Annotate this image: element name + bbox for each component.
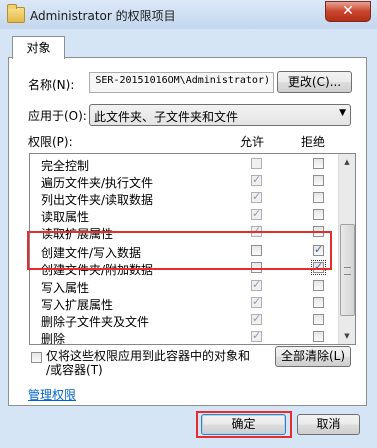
change-button[interactable]: 更改(C)... <box>277 71 352 93</box>
deny-checkbox[interactable] <box>313 175 324 186</box>
name-field[interactable]: SER-20151016OM\Administrator) <box>89 72 274 93</box>
allow-checkbox[interactable] <box>251 329 262 342</box>
permission-row: 写入扩展属性 <box>30 295 338 312</box>
name-value: SER-20151016OM\Administrator) <box>95 75 270 86</box>
scroll-down-icon[interactable]: ▼ <box>340 329 354 343</box>
deny-checkbox[interactable] <box>313 158 324 169</box>
permission-name: 写入属性 <box>41 281 90 295</box>
apply-to-select[interactable]: 此文件夹、子文件夹和文件 ▼ <box>89 104 351 126</box>
permission-name: 写入扩展属性 <box>41 298 114 312</box>
folder-icon <box>7 4 25 23</box>
allow-checkbox[interactable] <box>251 173 262 186</box>
permissions-scrollbar[interactable]: ▲ ▼ <box>338 154 355 344</box>
deny-checkbox[interactable] <box>313 280 324 291</box>
deny-checkbox[interactable] <box>313 314 324 325</box>
permission-row: 删除子文件夹及文件 <box>30 312 338 329</box>
allow-header: 允许 <box>240 135 265 149</box>
permission-row: 读取属性 <box>30 207 338 224</box>
manage-permissions-link[interactable]: 管理权限 <box>28 386 76 403</box>
permission-row: 完全控制 <box>30 156 338 173</box>
permission-row: 列出文件夹/读取数据 <box>30 190 338 207</box>
permission-name: 列出文件夹/读取数据 <box>41 193 154 207</box>
allow-checkbox[interactable] <box>251 190 262 203</box>
scroll-up-icon[interactable]: ▲ <box>340 155 354 169</box>
apply-to-label: 应用于(O): <box>28 109 87 123</box>
name-label: 名称(N): <box>28 78 75 92</box>
permission-name: 删除 <box>41 332 66 345</box>
permission-name: 完全控制 <box>41 159 90 173</box>
permission-row: 删除 <box>30 329 338 345</box>
title-bar: Administrator 的权限项目 ✕ <box>0 0 377 29</box>
inherit-checkbox[interactable] <box>31 352 42 363</box>
scroll-thumb[interactable] <box>340 224 355 316</box>
permission-name: 读取属性 <box>41 210 90 224</box>
allow-checkbox[interactable] <box>251 278 262 291</box>
permissions-label: 权限(P): <box>28 135 73 149</box>
inherit-label-line1: 仅将这些权限应用到此容器中的对象和 <box>46 349 251 363</box>
allow-checkbox[interactable] <box>251 207 262 220</box>
deny-checkbox[interactable] <box>313 297 324 308</box>
cancel-button[interactable]: 取消 <box>297 414 360 435</box>
object-panel: 名称(N): SER-20151016OM\Administrator) 更改(… <box>8 57 367 406</box>
deny-checkbox[interactable] <box>313 209 324 220</box>
deny-checkbox[interactable] <box>313 192 324 203</box>
deny-checkbox[interactable] <box>313 331 324 342</box>
allow-checkbox[interactable] <box>251 295 262 308</box>
inherit-label: 仅将这些权限应用到此容器中的对象和 /或容器(T) <box>46 349 250 377</box>
close-button[interactable]: ✕ <box>325 1 371 22</box>
permission-name: 遍历文件夹/执行文件 <box>41 176 154 190</box>
window-title: Administrator 的权限项目 <box>30 9 176 23</box>
grip-icon <box>344 267 351 275</box>
allow-checkbox[interactable] <box>251 158 262 169</box>
permission-row: 遍历文件夹/执行文件 <box>30 173 338 190</box>
permission-name: 删除子文件夹及文件 <box>41 315 150 329</box>
clear-all-button[interactable]: 全部清除(L) <box>275 346 351 367</box>
ok-highlight-box <box>196 411 292 438</box>
permission-row: 写入属性 <box>30 278 338 295</box>
deny-header: 拒绝 <box>301 135 326 149</box>
apply-to-value: 此文件夹、子文件夹和文件 <box>94 110 239 124</box>
inherit-label-line2: /或容器(T) <box>46 363 103 377</box>
highlight-box <box>27 231 332 270</box>
tab-object[interactable]: 对象 <box>12 36 65 59</box>
chevron-down-icon: ▼ <box>339 108 346 118</box>
allow-checkbox[interactable] <box>251 312 262 325</box>
